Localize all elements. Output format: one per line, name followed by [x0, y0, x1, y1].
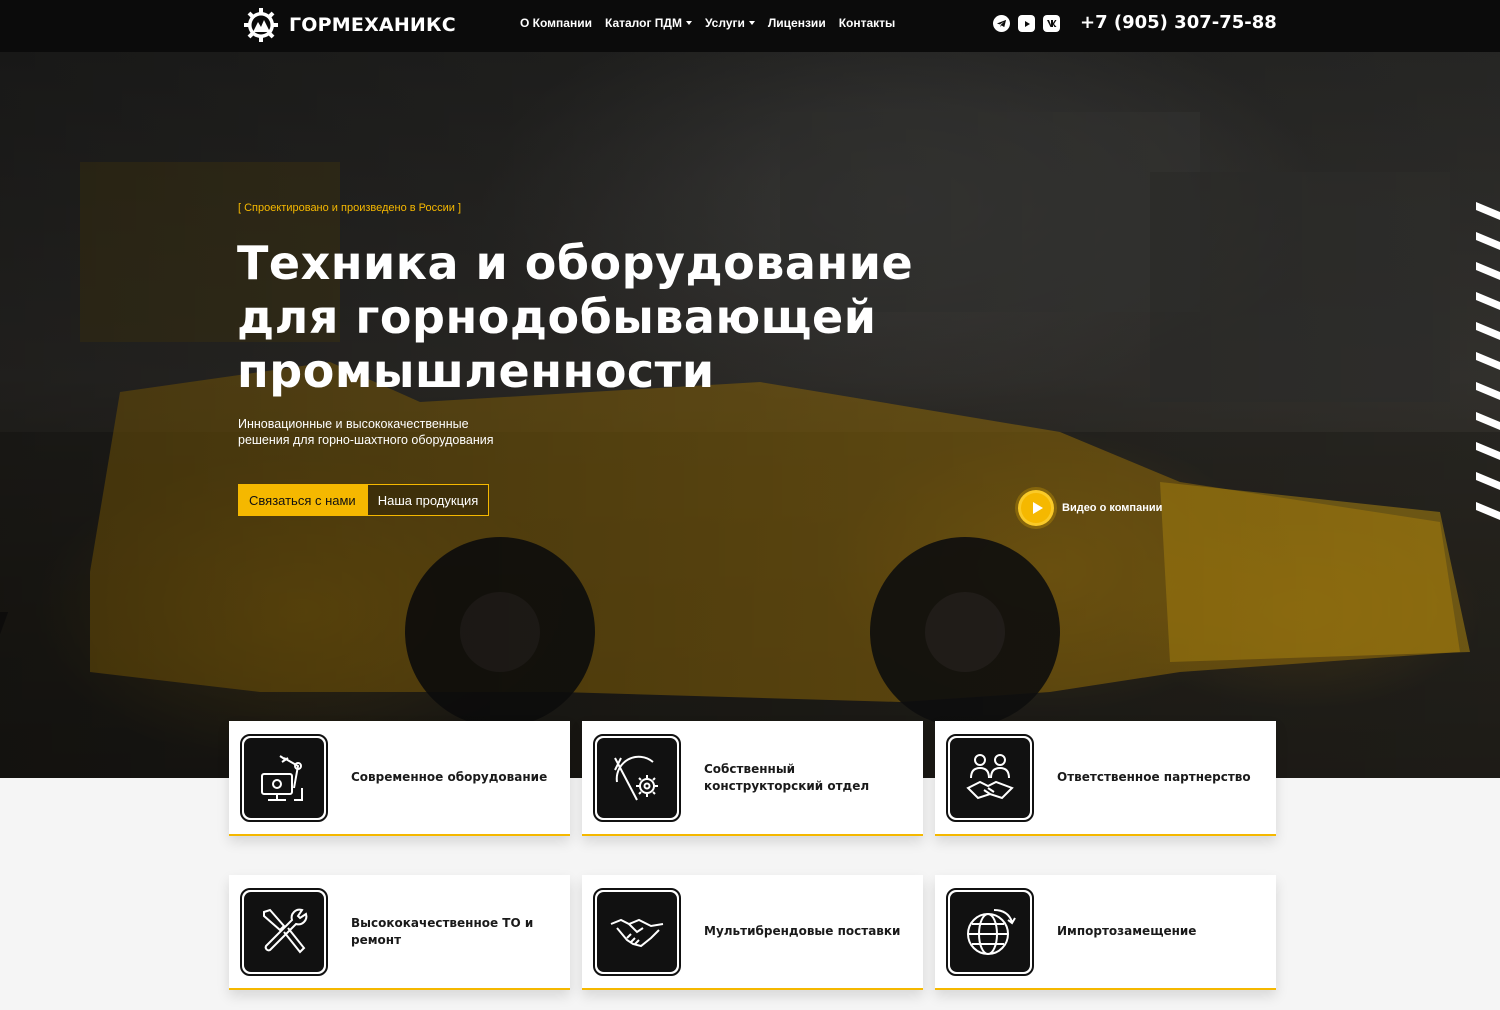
products-button[interactable]: Наша продукция: [366, 484, 490, 516]
play-icon: [1018, 490, 1054, 526]
partners-handshake-icon: [966, 753, 1014, 799]
feature-card[interactable]: Мультибрендовые поставки: [582, 875, 923, 990]
chevron-down-icon: [748, 21, 755, 25]
contact-button[interactable]: Связаться с нами: [238, 484, 367, 516]
hero-title-line: промышленности: [237, 344, 715, 398]
telegram-icon[interactable]: [993, 15, 1010, 32]
logo[interactable]: ГОРМЕХАНИКС: [243, 7, 456, 43]
decorative-stripes: [1476, 202, 1500, 520]
gear-mountain-logo-icon: [244, 8, 278, 42]
nav-label: Каталог ПДМ: [604, 16, 682, 30]
nav-item-about[interactable]: О Компании: [520, 16, 592, 30]
feature-card[interactable]: Высококачественное ТО и ремонт: [229, 875, 570, 990]
nav-item-licenses[interactable]: Лицензии: [768, 16, 826, 30]
hero-title-line: Техника и оборудование: [237, 236, 914, 290]
chevron-down-icon: [685, 21, 692, 25]
feature-label: Ответственное партнерство: [1057, 770, 1251, 784]
feature-card[interactable]: Современное оборудование: [229, 721, 570, 836]
nav-label: Контакты: [838, 16, 896, 30]
card-icon-frame: [946, 733, 1034, 822]
hero-tagline: [ Спроектировано и произведено в России …: [238, 202, 462, 214]
nav-label: Лицензии: [767, 16, 826, 30]
wrench-screwdriver-icon: [263, 908, 308, 953]
card-icon-frame: [593, 887, 681, 976]
vk-icon[interactable]: [1043, 15, 1060, 32]
robot-arm-monitor-icon: [261, 754, 303, 801]
video-button[interactable]: Видео о компании: [1018, 490, 1162, 526]
design-gear-icon: [614, 755, 658, 800]
nav-item-catalog[interactable]: Каталог ПДМ: [605, 16, 692, 30]
hero-buttons: Связаться с нами Наша продукция: [238, 484, 490, 516]
main-nav: О Компании Каталог ПДМ Услуги Лицензии К…: [520, 16, 895, 30]
feature-label: Мультибрендовые поставки: [704, 924, 901, 938]
feature-card[interactable]: Импортозамещение: [935, 875, 1276, 990]
hero-subtitle-line: решения для горно-шахтного оборудования: [238, 433, 494, 447]
hero-subtitle-line: Инновационные и высококачественные: [238, 417, 469, 431]
social-links: [993, 15, 1060, 32]
phone-link[interactable]: +7 (905) 307-75-88: [1080, 12, 1277, 33]
feature-label: Высококачественное ТО и ремонт: [351, 915, 534, 947]
globe-arrow-icon: [967, 908, 1016, 955]
youtube-icon[interactable]: [1018, 15, 1035, 32]
hero-section: [ Спроектировано и произведено в России …: [0, 52, 1500, 778]
hero-overlay: [0, 52, 1500, 778]
nav-label: Услуги: [704, 16, 745, 30]
video-label: Видео о компании: [1062, 502, 1163, 514]
card-icon-frame: [240, 887, 328, 976]
feature-card[interactable]: Ответственное партнерство: [935, 721, 1276, 836]
hero-subtitle: Инновационные и высококачественные решен…: [238, 416, 538, 448]
nav-item-contacts[interactable]: Контакты: [839, 16, 896, 30]
card-icon-frame: [946, 887, 1034, 976]
site-header: ГОРМЕХАНИКС О Компании Каталог ПДМ Услуг…: [0, 0, 1500, 52]
logo-text: ГОРМЕХАНИКС: [289, 14, 456, 36]
feature-label: Современное оборудование: [351, 770, 548, 784]
card-icon-frame: [240, 733, 328, 822]
feature-card[interactable]: Собственный конструкторский отдел: [582, 721, 923, 836]
nav-item-services[interactable]: Услуги: [705, 16, 755, 30]
hero-title: Техника и оборудование для горнодобывающ…: [237, 236, 997, 398]
handshake-icon: [610, 918, 664, 947]
feature-label: Собственный конструкторский отдел: [704, 761, 870, 793]
nav-label: О Компании: [520, 16, 592, 30]
feature-label: Импортозамещение: [1057, 924, 1197, 938]
card-icon-frame: [593, 733, 681, 822]
hero-title-line: для горнодобывающей: [237, 290, 877, 344]
